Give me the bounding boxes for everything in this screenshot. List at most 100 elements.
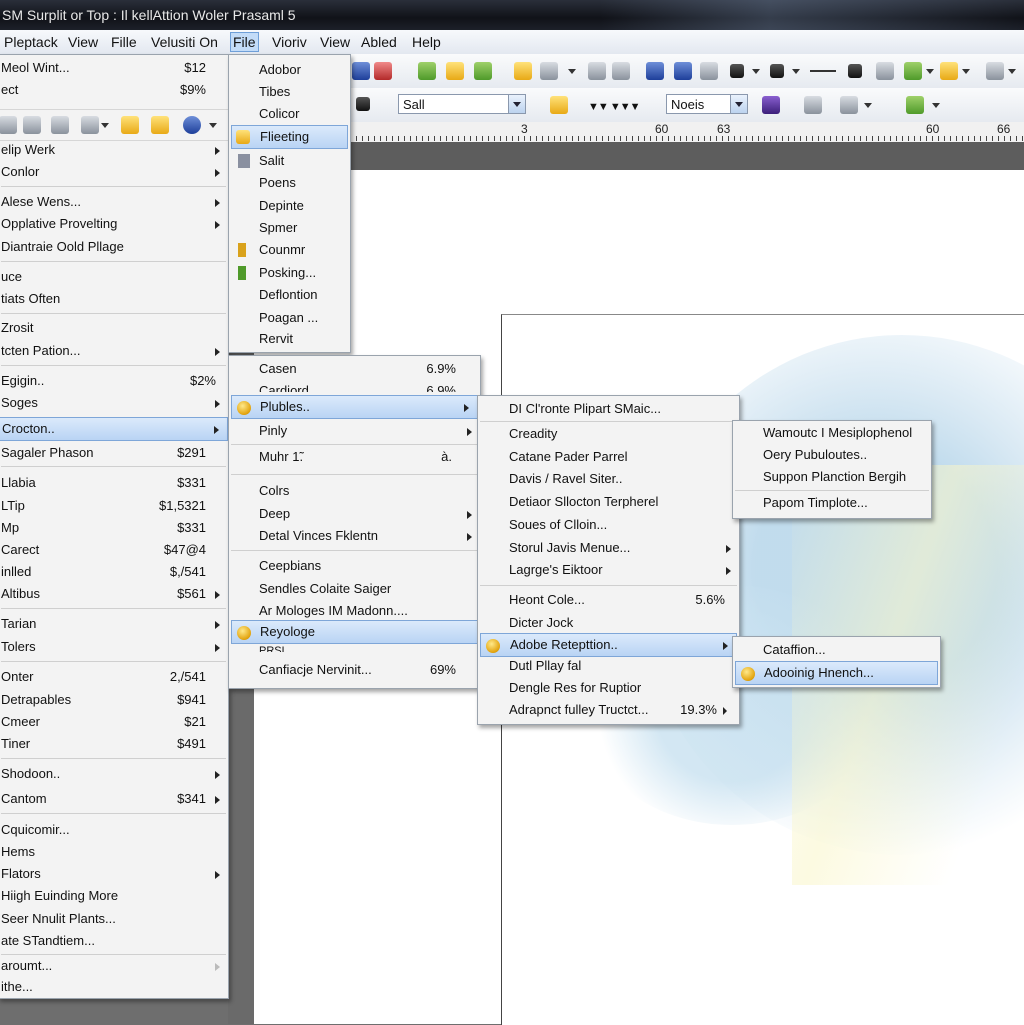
list-item[interactable]: Opplative Provelting bbox=[0, 213, 228, 235]
submenu-item[interactable]: Cataffion... bbox=[733, 639, 940, 661]
chevron-down-icon[interactable] bbox=[101, 123, 109, 128]
menu-view-2[interactable]: View bbox=[318, 33, 352, 51]
chevron-down-icon[interactable] bbox=[730, 95, 747, 113]
table-icon[interactable] bbox=[700, 62, 718, 80]
menu-pleptack[interactable]: Pleptack bbox=[2, 33, 60, 51]
chevron-down-icon[interactable] bbox=[209, 123, 217, 128]
submenu-item[interactable]: Detiaor Sllocton Terpherel bbox=[478, 491, 739, 513]
submenu-item[interactable]: Adrapnct fulley Tructct... 19.3% bbox=[478, 699, 739, 721]
grid-icon[interactable] bbox=[646, 62, 664, 80]
submenu-item[interactable]: Creadity bbox=[478, 423, 739, 445]
list-item[interactable]: Soges bbox=[0, 392, 228, 414]
submenu-item[interactable]: Storul Javis Menue... bbox=[478, 537, 739, 559]
list-item[interactable]: Detrapables $941 bbox=[0, 689, 228, 711]
list-item[interactable]: aroumt... bbox=[0, 955, 228, 977]
submenu-item[interactable]: Davis / Ravel Siter.. bbox=[478, 468, 739, 490]
cut-icon[interactable] bbox=[374, 62, 392, 80]
menu-vioriv[interactable]: Vioriv bbox=[270, 33, 309, 51]
submenu-item[interactable]: Ar Mologes IM Madonn.... bbox=[229, 600, 480, 622]
chevron-down-icon[interactable] bbox=[932, 103, 940, 108]
submenu-item[interactable]: Papom Timplote... bbox=[733, 492, 931, 514]
view-icon[interactable] bbox=[81, 116, 99, 134]
list-item[interactable]: Tiner $491 bbox=[0, 733, 228, 755]
submenu-item[interactable]: Deep bbox=[229, 503, 480, 525]
tools-icon[interactable] bbox=[848, 64, 862, 78]
list-item[interactable]: uce bbox=[0, 266, 228, 288]
paste-icon[interactable] bbox=[352, 62, 370, 80]
font-combo[interactable]: Sall bbox=[398, 94, 526, 114]
list-item[interactable]: tcten Pation... bbox=[0, 340, 228, 362]
submenu-item[interactable]: Lagrge's Eiktoor bbox=[478, 559, 739, 581]
list-item[interactable]: ate STandtiem... bbox=[0, 930, 228, 952]
submenu-item[interactable]: Muhr 1̃. à. bbox=[229, 446, 480, 468]
list-item[interactable]: Sagaler Phason $291 bbox=[0, 442, 228, 464]
list-item[interactable]: Meol Wint... $12 bbox=[0, 57, 228, 79]
file-menu-item[interactable]: Poens bbox=[229, 172, 350, 194]
list-item[interactable]: Cquicomir... bbox=[0, 819, 228, 841]
file-menu-item[interactable]: Tibes bbox=[229, 81, 350, 103]
list-item[interactable]: LTip $1,5321 bbox=[0, 495, 228, 517]
menu-velusiti-on[interactable]: Velusiti On bbox=[149, 33, 220, 51]
ruler[interactable]: 3 60 63 60 66 bbox=[350, 122, 1024, 143]
list-item[interactable]: ithe... bbox=[0, 976, 228, 998]
align-icon[interactable] bbox=[674, 62, 692, 80]
submenu-item[interactable]: Suppon Planction Bergih bbox=[733, 466, 931, 488]
list-item[interactable]: Hems bbox=[0, 841, 228, 863]
file-menu-item[interactable]: Salit bbox=[229, 150, 350, 172]
tree-icon[interactable] bbox=[418, 62, 436, 80]
list-item[interactable]: tiats Often bbox=[0, 288, 228, 310]
menu-abled[interactable]: Abled bbox=[359, 33, 399, 51]
magic-icon[interactable] bbox=[904, 62, 922, 80]
new-file-icon[interactable] bbox=[446, 62, 464, 80]
list-item[interactable]: Onter 2,/541 bbox=[0, 666, 228, 688]
key-icon[interactable] bbox=[940, 62, 958, 80]
submenu-item[interactable]: Dutl Pllay fal bbox=[478, 655, 739, 677]
globe-icon[interactable] bbox=[474, 62, 492, 80]
file-menu-item[interactable]: Deflontion bbox=[229, 284, 350, 306]
chevron-down-icon[interactable] bbox=[864, 103, 872, 108]
copy-icon[interactable] bbox=[540, 62, 558, 80]
submenu-item-selected[interactable]: Plubles.. bbox=[231, 395, 478, 419]
submenu-item[interactable]: Dicter Jock bbox=[478, 612, 739, 634]
chevron-down-icon[interactable] bbox=[962, 69, 970, 74]
more-tools-icon[interactable] bbox=[986, 62, 1004, 80]
chevron-down-icon[interactable] bbox=[792, 69, 800, 74]
list-item[interactable]: Carect $47@4 bbox=[0, 539, 228, 561]
list-item[interactable]: Tolers bbox=[0, 636, 228, 658]
submenu-item[interactable]: Ceepbians bbox=[229, 555, 480, 577]
wand-icon[interactable] bbox=[876, 62, 894, 80]
list-item-selected[interactable]: Crocton.. bbox=[0, 417, 228, 441]
style-combo[interactable]: Noeis bbox=[666, 94, 748, 114]
submenu-item[interactable]: Canfiacje Nervinit... 69% bbox=[229, 659, 480, 681]
search-icon[interactable] bbox=[151, 116, 169, 134]
submenu-item[interactable]: Cardiord 6.9% bbox=[229, 380, 480, 392]
submenu-item[interactable]: Pinly bbox=[229, 420, 480, 442]
bullets-icon[interactable]: ▼▼ ▼▼▼ bbox=[588, 101, 640, 113]
list-item[interactable]: ect $9% bbox=[0, 79, 228, 101]
file-menu-item[interactable]: Posking... bbox=[229, 262, 350, 284]
submenu-item[interactable]: Catane Pader Parrel bbox=[478, 446, 739, 468]
submenu-item[interactable]: Heont Cole... 5.6% bbox=[478, 589, 739, 611]
submenu-item-selected[interactable]: Adooinig Hnench... bbox=[735, 661, 938, 685]
list-item[interactable]: Diantraie Oold Pllage bbox=[0, 236, 228, 258]
file-menu-item[interactable]: Adobor bbox=[229, 59, 350, 81]
file-menu-item[interactable]: Counmr bbox=[229, 239, 350, 261]
submenu-item[interactable]: Wamoutc I Mesiplophenol bbox=[733, 422, 931, 444]
list-item[interactable]: Shodoon.. bbox=[0, 763, 228, 785]
copy-icon[interactable] bbox=[0, 116, 17, 134]
list-item[interactable]: Hiigh Euinding More bbox=[0, 885, 228, 907]
list-item[interactable]: inlled $,/541 bbox=[0, 561, 228, 583]
submenu-item[interactable]: Colrs bbox=[229, 480, 480, 502]
submenu-item[interactable]: Casen 6.9% bbox=[229, 358, 480, 380]
paragraph-icon[interactable] bbox=[840, 96, 858, 114]
highlight-icon[interactable] bbox=[550, 96, 568, 114]
menu-file[interactable]: File bbox=[230, 32, 259, 52]
submenu-item[interactable]: Soues of Clloin... bbox=[478, 514, 739, 536]
submenu-item[interactable]: DI Cl'ronte Plipart SMaic... bbox=[478, 398, 739, 420]
list-item[interactable]: Cantom $341 bbox=[0, 788, 228, 810]
line-icon[interactable] bbox=[810, 70, 836, 72]
file-menu-item[interactable]: Spmer bbox=[229, 217, 350, 239]
chevron-down-icon[interactable] bbox=[508, 95, 525, 113]
menu-view[interactable]: View bbox=[66, 33, 100, 51]
submenu-item[interactable]: Sendles Colaite Saiger bbox=[229, 578, 480, 600]
